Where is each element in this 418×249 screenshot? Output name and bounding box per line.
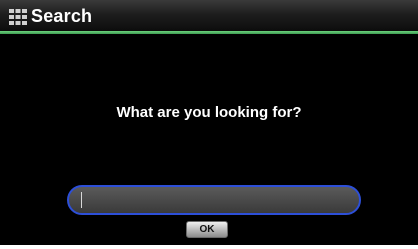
- keyboard-grid-icon: [9, 9, 27, 25]
- search-prompt: What are you looking for?: [116, 104, 302, 121]
- ok-button[interactable]: OK: [186, 221, 228, 238]
- search-input[interactable]: [67, 185, 361, 215]
- page-title: Search: [31, 6, 93, 26]
- search-screen: Search What are you looking for? OK: [0, 0, 418, 249]
- frame-edge: [0, 245, 418, 249]
- title-divider: [0, 31, 418, 34]
- text-cursor: [81, 192, 82, 208]
- title-bar: Search: [0, 0, 418, 31]
